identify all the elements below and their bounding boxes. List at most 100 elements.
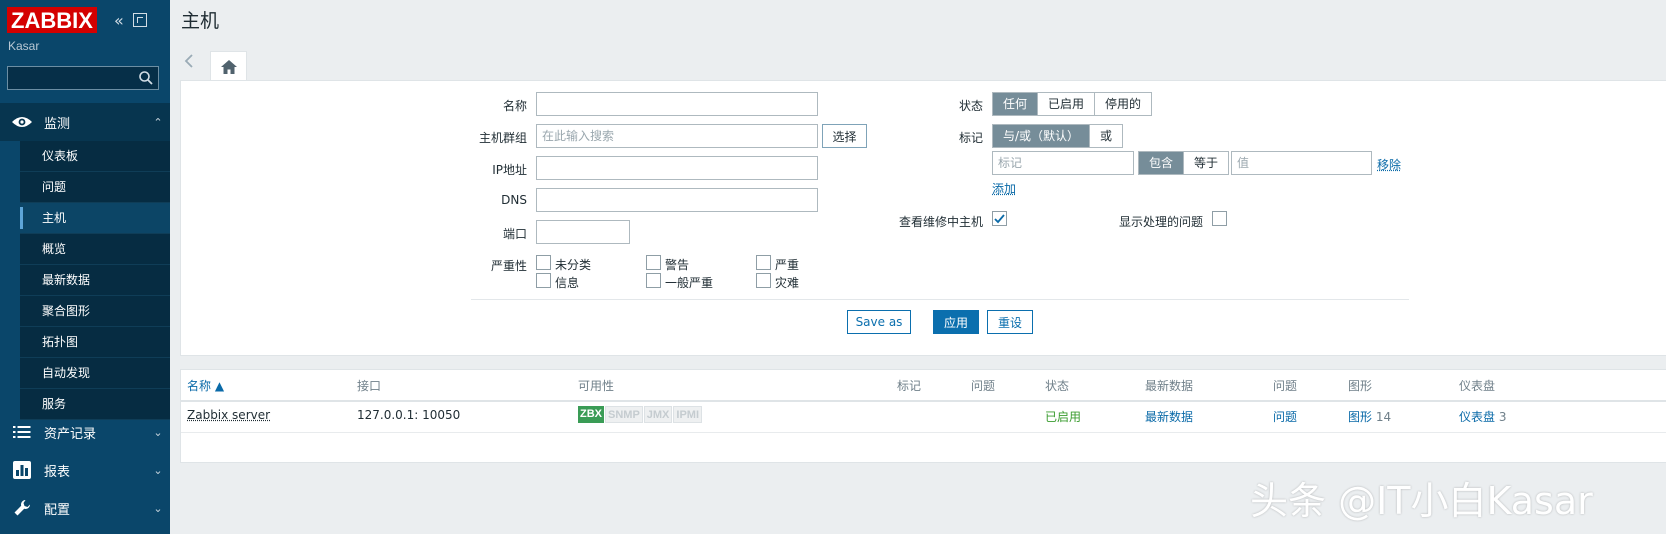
severity-information-checkbox[interactable] xyxy=(536,273,551,288)
hosts-table: 名称 ▲ 接口 可用性 标记 问题 状态 最新数据 问题 图形 仪表盘 Zabb… xyxy=(180,369,1666,463)
header-divider xyxy=(181,400,1666,402)
chevron-up-icon: ⌃ xyxy=(153,115,163,129)
severity-average-checkbox[interactable] xyxy=(646,273,661,288)
ipmi-availability-badge: IPMI xyxy=(673,406,703,423)
severity-not-classified-checkbox[interactable] xyxy=(536,255,551,270)
column-header-status[interactable]: 状态 xyxy=(1045,377,1069,394)
tag-value-input[interactable] xyxy=(1231,151,1372,175)
severity-high-label: 严重 xyxy=(775,258,800,272)
severity-average-label: 一般严重 xyxy=(665,276,714,290)
severity-disaster-checkbox[interactable] xyxy=(756,273,771,288)
logo-row: ZABBIX « xyxy=(7,7,147,33)
menu-configuration-label: 配置 xyxy=(44,501,71,517)
status-any-option[interactable]: 任何 xyxy=(993,93,1039,115)
bar-chart-icon xyxy=(0,461,44,479)
sidebar-search xyxy=(7,66,159,90)
submenu-item-maps[interactable]: 拓扑图 xyxy=(20,327,170,358)
menu-inventory[interactable]: 资产记录 ⌄ xyxy=(0,413,170,451)
chevron-down-icon: ⌄ xyxy=(153,425,163,439)
menu-reports-label: 报表 xyxy=(44,463,71,479)
column-header-interface: 接口 xyxy=(357,379,382,393)
save-as-button[interactable]: Save as xyxy=(847,310,911,334)
tag-add-link[interactable]: 添加 xyxy=(992,180,1016,197)
suppressed-problems-checkbox[interactable] xyxy=(1212,211,1227,226)
submenu-item-screens[interactable]: 聚合图形 xyxy=(20,296,170,327)
severity-warning-checkbox[interactable] xyxy=(646,255,661,270)
filter-panel: 名称 主机群组 选择 IP地址 DNS 端口 严重性 未分类 警告 严重 信息 … xyxy=(180,80,1666,356)
chevron-down-icon: ⌄ xyxy=(153,501,163,515)
page-title: 主机 xyxy=(181,10,220,32)
name-input[interactable] xyxy=(536,92,818,116)
submenu-item-hosts[interactable]: 主机 xyxy=(20,203,170,234)
tag-operator-equals-option[interactable]: 等于 xyxy=(1184,152,1229,174)
hostgroup-label: 主机群组 xyxy=(478,131,527,145)
submenu-item-overview[interactable]: 概览 xyxy=(20,234,170,265)
status-enabled-option[interactable]: 已启用 xyxy=(1038,93,1096,115)
name-label: 名称 xyxy=(502,99,527,113)
sidebar-search-input[interactable] xyxy=(8,67,128,89)
severity-high-checkbox[interactable] xyxy=(756,255,771,270)
collapse-sidebar-icon[interactable]: « xyxy=(111,11,127,30)
checkmark-icon xyxy=(994,214,1005,224)
menu-inventory-label: 资产记录 xyxy=(44,425,97,441)
tag-logic-or-option[interactable]: 或 xyxy=(1090,125,1123,147)
chevron-down-icon: ⌄ xyxy=(153,463,163,477)
port-input[interactable] xyxy=(536,220,630,244)
port-label: 端口 xyxy=(502,227,527,241)
menu-configuration[interactable]: 配置 ⌄ xyxy=(0,489,170,527)
tag-name-input[interactable] xyxy=(992,151,1134,175)
severity-not-classified-label: 未分类 xyxy=(555,258,592,272)
maintenance-checkbox[interactable] xyxy=(992,211,1007,226)
kiosk-mode-icon[interactable] xyxy=(132,13,147,27)
column-header-name[interactable]: 名称 ▲ xyxy=(187,377,224,394)
column-header-problems-link: 问题 xyxy=(1273,379,1298,393)
tags-label: 标记 xyxy=(958,131,983,145)
column-header-availability: 可用性 xyxy=(578,379,615,393)
server-name: Kasar xyxy=(8,39,40,53)
host-name-link[interactable]: Zabbix server xyxy=(187,408,270,422)
tag-operator-contains-option[interactable]: 包含 xyxy=(1139,152,1185,174)
sidebar: ZABBIX « Kasar 监测 ⌃ 仪表板 问题 主机 概览 最新数据 聚合… xyxy=(0,0,170,534)
severity-information-label: 信息 xyxy=(555,276,580,290)
filter-tab-home[interactable] xyxy=(210,51,247,81)
submenu-item-dashboard[interactable]: 仪表板 xyxy=(20,141,170,172)
severity-label: 严重性 xyxy=(490,259,527,273)
ip-input[interactable] xyxy=(536,156,818,180)
menu-reports[interactable]: 报表 ⌄ xyxy=(0,451,170,489)
dashboards-link[interactable]: 仪表盘 xyxy=(1459,410,1495,424)
search-icon[interactable] xyxy=(138,70,154,86)
status-disabled-option[interactable]: 停用的 xyxy=(1095,93,1152,115)
tag-logic-and-or-option[interactable]: 与/或（默认） xyxy=(993,125,1091,147)
latest-data-link[interactable]: 最新数据 xyxy=(1145,408,1193,425)
menu-monitoring[interactable]: 监测 ⌃ xyxy=(0,103,170,141)
graphs-count: 14 xyxy=(1375,410,1392,424)
hostgroup-input[interactable] xyxy=(536,124,818,148)
column-header-tags: 标记 xyxy=(897,379,922,393)
tag-operator-segmented-control: 包含 等于 xyxy=(1138,151,1230,175)
host-interface: 127.0.0.1: 10050 xyxy=(357,408,461,422)
chevron-left-icon[interactable] xyxy=(183,53,203,73)
dashboards-count: 3 xyxy=(1498,410,1507,424)
column-header-problems: 问题 xyxy=(971,379,996,393)
severity-warning-label: 警告 xyxy=(665,258,690,272)
column-header-dashboards: 仪表盘 xyxy=(1459,379,1496,393)
graphs-link[interactable]: 图形 xyxy=(1348,410,1372,424)
host-status-link[interactable]: 已启用 xyxy=(1045,408,1081,425)
submenu-item-problems[interactable]: 问题 xyxy=(20,172,170,203)
zabbix-logo[interactable]: ZABBIX xyxy=(7,7,97,33)
severity-disaster-label: 灾难 xyxy=(775,276,800,290)
graphs-cell: 图形 14 xyxy=(1348,408,1391,425)
status-label: 状态 xyxy=(958,99,983,113)
suppressed-problems-label: 显示处理的问题 xyxy=(1118,215,1203,229)
wrench-icon xyxy=(0,499,44,517)
hostgroup-select-button[interactable]: 选择 xyxy=(822,124,867,148)
tag-remove-link[interactable]: 移除 xyxy=(1377,156,1401,173)
reset-button[interactable]: 重设 xyxy=(987,310,1033,334)
submenu-item-discovery[interactable]: 自动发现 xyxy=(20,358,170,389)
apply-button[interactable]: 应用 xyxy=(933,310,979,334)
home-icon xyxy=(220,59,237,74)
submenu-item-latest-data[interactable]: 最新数据 xyxy=(20,265,170,296)
problems-link[interactable]: 问题 xyxy=(1273,408,1297,425)
dns-input[interactable] xyxy=(536,188,818,212)
status-segmented-control: 任何 已启用 停用的 xyxy=(992,92,1153,116)
